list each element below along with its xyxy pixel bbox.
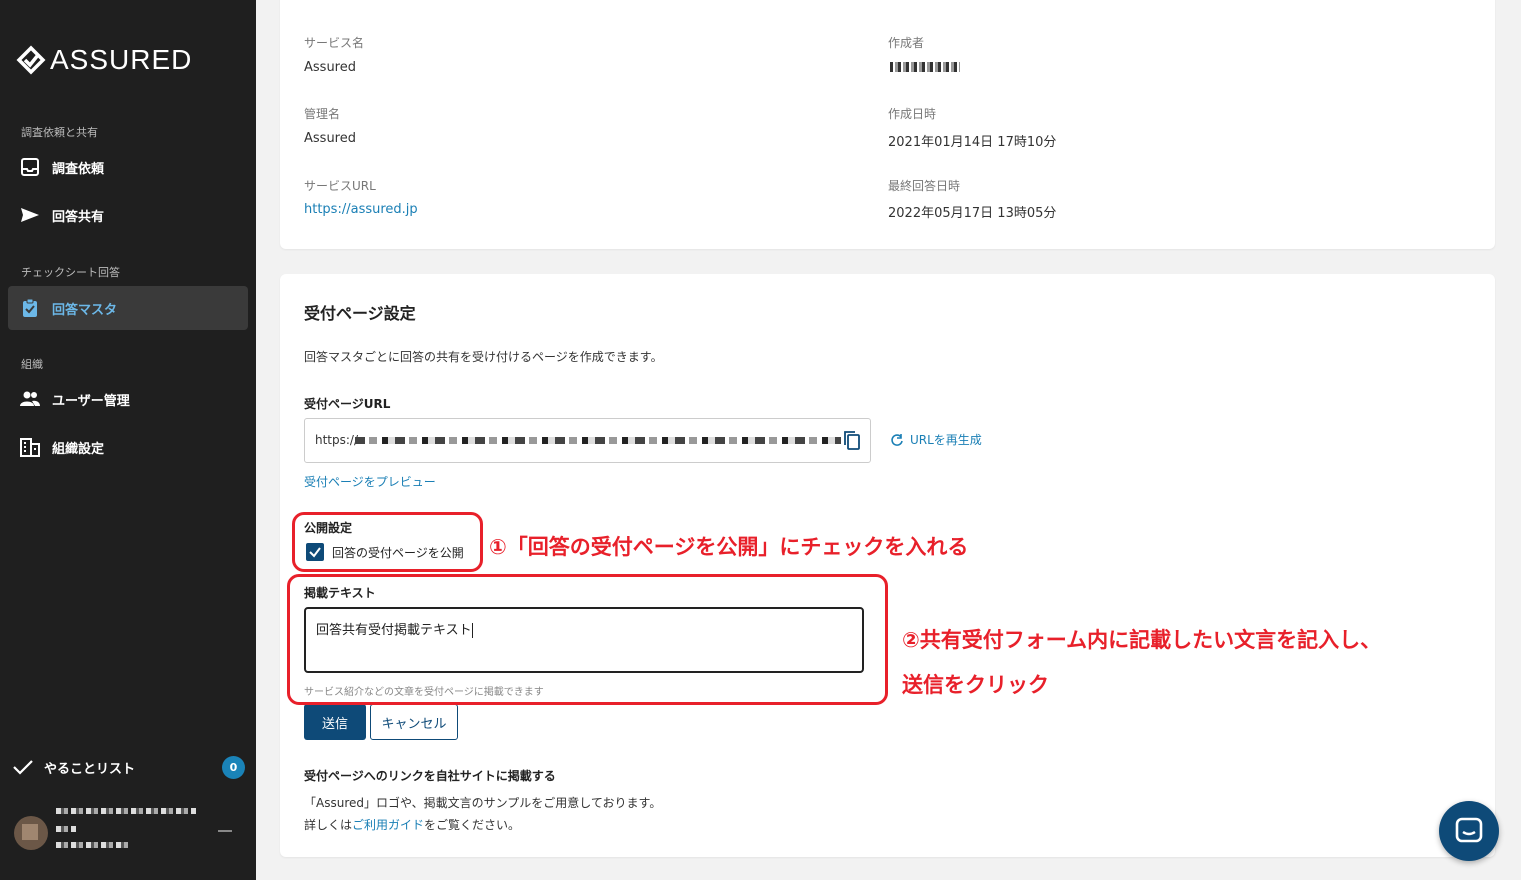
submit-button[interactable]: 送信 [304,704,366,740]
service-name-value: Assured [304,60,356,75]
assured-logo-icon [16,45,46,75]
link-section-title: 受付ページへのリンクを自社サイトに掲載する [304,769,556,783]
usage-guide-link[interactable]: ご利用ガイド [352,818,424,832]
chat-icon [1455,817,1483,843]
posting-text-input[interactable]: 回答共有受付掲載テキスト [304,607,864,673]
admin-name-label: 管理名 [304,107,341,121]
section-label-org: 組織 [21,358,43,371]
inbox-icon [20,157,40,177]
people-icon [20,389,40,409]
regenerate-url-label: URLを再生成 [910,433,982,447]
sidebar: ASSURED 調査依頼と共有 調査依頼 回答共有 チェックシート回答 回答マス… [0,0,256,880]
redacted-user-org [56,826,76,832]
send-icon [20,205,40,225]
section-title: 受付ページ設定 [304,304,416,323]
creator-label: 作成者 [888,36,925,50]
sidebar-item-label: 回答マスタ [52,302,118,318]
link-body-line-2: 詳しくはご利用ガイドをご覧ください。 [304,814,661,836]
cancel-button[interactable]: キャンセル [370,704,458,740]
sidebar-item-label: 調査依頼 [52,161,105,177]
publish-settings-label: 公開設定 [304,521,353,535]
publish-checkbox-label: 回答の受付ページを公開 [332,545,464,560]
admin-name-value: Assured [304,131,356,146]
annotation-step2-line1: ②共有受付フォーム内に記載したい文言を記入し、 [902,628,1382,652]
check-icon [13,760,33,775]
link-body-line-1: 「Assured」ロゴや、掲載文言のサンプルをご用意しております。 [304,796,662,810]
sidebar-item-label: 回答共有 [52,209,105,225]
posting-text-label: 掲載テキスト [304,586,376,600]
reception-url-label: 受付ページURL [304,397,391,411]
logo-text: ASSURED [50,44,193,75]
todo-count-badge: 0 [222,756,245,779]
avatar [14,816,48,850]
clipboard-check-icon [20,298,40,318]
preview-link[interactable]: 受付ページをプレビュー [304,473,436,490]
todo-label: やることリスト [44,761,136,777]
refresh-icon [891,433,903,446]
annotation-step2-line2: 送信をクリック [902,673,1049,697]
redacted-creator [890,62,960,72]
sidebar-item-label: 組織設定 [52,441,105,457]
created-at-label: 作成日時 [888,107,937,121]
posting-text-hint: サービス紹介などの文章を受付ページに掲載できます [304,687,544,698]
section-label-request: 調査依頼と共有 [21,126,98,139]
logo[interactable]: ASSURED [16,44,192,76]
service-name-label: サービス名 [304,36,365,50]
reception-url-field[interactable]: https:// [304,418,871,463]
building-icon [20,437,40,457]
last-answered-label: 最終回答日時 [888,179,961,193]
publish-checkbox[interactable]: 回答の受付ページを公開 [306,543,464,561]
redacted-user-email [56,842,128,848]
section-description: 回答マスタごとに回答の共有を受け付けるページを作成できます。 [304,350,663,364]
menu-icon[interactable] [218,830,232,832]
todo-list[interactable]: やることリスト 0 [12,754,248,780]
sidebar-item-survey-request[interactable]: 調査依頼 [8,145,248,189]
redacted-url [355,437,841,444]
link-section-body: 「Assured」ロゴや、掲載文言のサンプルをご用意しております。 詳しくはご利… [304,792,661,836]
reception-page-settings-card: 受付ページ設定 回答マスタごとに回答の共有を受け付けるページを作成できます。 受… [280,274,1495,857]
checkbox-checked-icon[interactable] [306,543,324,561]
url-prefix: https:// [315,433,359,447]
sidebar-item-answer-share[interactable]: 回答共有 [8,193,248,237]
chat-support-button[interactable] [1439,801,1499,861]
service-url-label: サービスURL [304,179,376,193]
sidebar-item-answer-master[interactable]: 回答マスタ [8,286,248,330]
answer-master-details-card: サービス名 Assured 作成者 管理名 Assured 作成日時 2021年… [280,0,1495,249]
link-body-suffix: をご覧ください。 [424,818,521,832]
redacted-user-name [56,808,196,814]
regenerate-url-button[interactable]: URLを再生成 [890,431,982,448]
section-label-checksheet: チェックシート回答 [21,266,120,279]
user-menu[interactable] [14,806,248,856]
posting-text-value: 回答共有受付掲載テキスト [316,623,472,638]
last-answered-value: 2022年05月17日 13時05分 [888,206,1057,221]
link-body-prefix: 詳しくは [304,818,353,832]
sidebar-item-org-settings[interactable]: 組織設定 [8,425,248,469]
sidebar-item-label: ユーザー管理 [52,393,130,409]
sidebar-item-user-management[interactable]: ユーザー管理 [8,377,248,421]
copy-icon[interactable] [842,430,862,450]
created-at-value: 2021年01月14日 17時10分 [888,135,1057,150]
annotation-step1: ①「回答の受付ページを公開」にチェックを入れる [489,535,969,559]
service-url-link[interactable]: https://assured.jp [304,202,418,217]
